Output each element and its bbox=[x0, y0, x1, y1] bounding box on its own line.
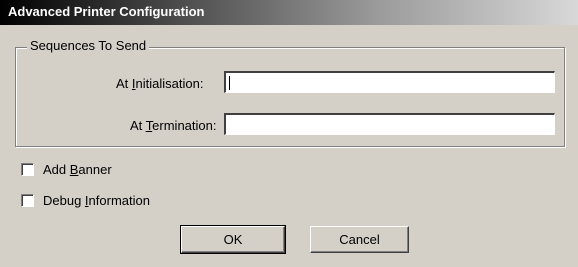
text-caret bbox=[229, 76, 230, 90]
cancel-button[interactable]: Cancel bbox=[310, 226, 409, 253]
initialisation-input[interactable] bbox=[224, 71, 555, 93]
dialog-window: Advanced Printer Configuration Sequences… bbox=[0, 0, 578, 267]
cancel-button-label: Cancel bbox=[339, 232, 380, 247]
debug-information-label: Debug Information bbox=[43, 193, 150, 208]
add-banner-label: Add Banner bbox=[43, 162, 112, 177]
debug-information-checkbox[interactable] bbox=[21, 194, 34, 207]
termination-input[interactable] bbox=[224, 113, 555, 135]
window-title: Advanced Printer Configuration bbox=[8, 4, 205, 19]
initialisation-label: At Initialisation: bbox=[116, 76, 204, 91]
title-bar[interactable]: Advanced Printer Configuration bbox=[0, 0, 578, 25]
ok-button-label: OK bbox=[223, 232, 243, 247]
termination-label: At Termination: bbox=[130, 118, 217, 133]
add-banner-checkbox[interactable] bbox=[21, 163, 34, 176]
sequences-group-legend: Sequences To Send bbox=[27, 38, 150, 53]
ok-button[interactable]: OK bbox=[180, 225, 286, 254]
